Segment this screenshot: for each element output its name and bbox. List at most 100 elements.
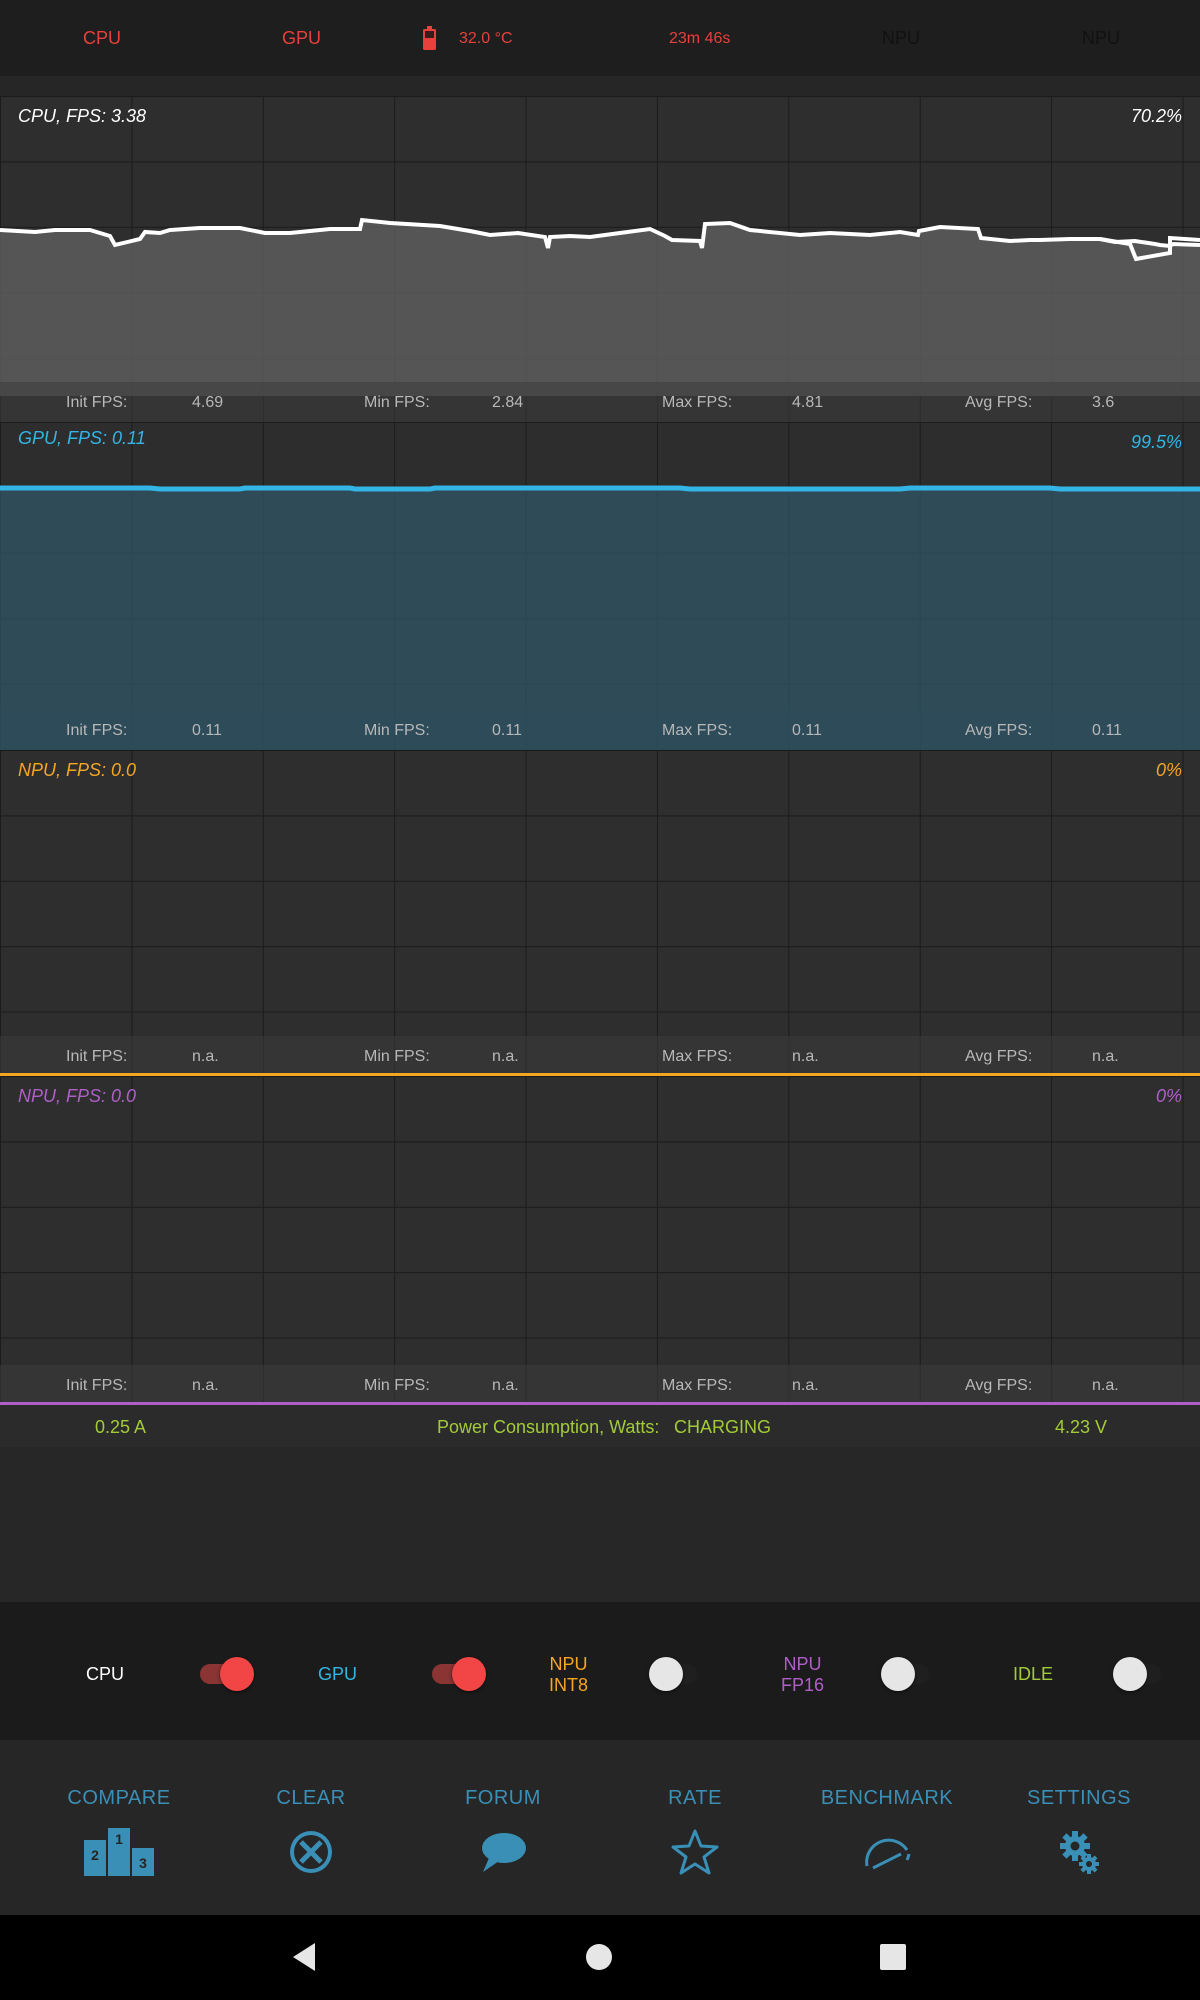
min-fps-label: Min FPS: xyxy=(364,722,430,739)
max-fps-value: 4.81 xyxy=(792,394,824,411)
avg-fps-label: Avg FPS: xyxy=(965,1377,1033,1394)
power-graph-area xyxy=(0,1447,1200,1602)
init-fps-label: Init FPS: xyxy=(66,1377,128,1394)
npu-int8-fps-title: NPU, FPS: 0.0 xyxy=(18,760,137,780)
rate-label: RATE xyxy=(668,1787,722,1809)
max-fps-value: n.a. xyxy=(792,1377,819,1394)
min-fps-value: 2.84 xyxy=(492,394,524,411)
benchmark-button[interactable]: BENCHMARK xyxy=(792,1740,982,1915)
action-bar: COMPARE 2 1 3 CLEAR FORUM RATE BENCHMARK… xyxy=(0,1740,1200,1915)
clear-button[interactable]: CLEAR xyxy=(216,1740,406,1915)
toggle-label-npu-fp16: NPU FP16 xyxy=(781,1654,824,1696)
fp16-label: FP16 xyxy=(781,1675,825,1695)
avg-fps-value: 3.6 xyxy=(1092,394,1115,411)
gpu-stats-row: Init FPS: 0.11 Min FPS: 0.11 Max FPS: 0.… xyxy=(0,710,1200,750)
gpu-fps-graph xyxy=(0,485,1200,750)
init-fps-value: n.a. xyxy=(192,1048,219,1065)
header-separator xyxy=(0,76,1200,96)
npu-fp16-fps-title: NPU, FPS: 0.0 xyxy=(18,1086,137,1106)
toggle-label-cpu: CPU xyxy=(86,1664,125,1684)
max-fps-value: 0.11 xyxy=(792,722,822,739)
system-navigation-bar xyxy=(0,1915,1200,2000)
benchmark-label: BENCHMARK xyxy=(820,1787,954,1809)
npu-int8-stats-row: Init FPS: n.a. Min FPS: n.a. Max FPS: n.… xyxy=(0,1036,1200,1076)
npu-fp16-toggle[interactable] xyxy=(881,1657,937,1691)
recents-square-icon[interactable] xyxy=(875,1939,911,1975)
npu-int8-toggle[interactable] xyxy=(649,1657,705,1691)
svg-text:3: 3 xyxy=(139,1855,147,1871)
podium-icon: 2 1 3 xyxy=(84,1828,154,1876)
back-triangle-icon[interactable] xyxy=(287,1939,323,1975)
npu-label: NPU xyxy=(783,1654,822,1674)
cpu-stats-row: Init FPS: 4.69 Min FPS: 2.84 Max FPS: 4.… xyxy=(0,382,1200,422)
avg-fps-value: n.a. xyxy=(1092,1377,1119,1394)
npu-fp16-load-percent: 0% xyxy=(1155,1086,1182,1106)
processor-toggle-row: CPU GPU NPU INT8 NPU FP16 IDLE xyxy=(0,1602,1200,1740)
init-fps-value: n.a. xyxy=(192,1377,219,1394)
toggle-label-npu-int8: NPU INT8 xyxy=(549,1654,588,1696)
init-fps-value: 0.11 xyxy=(192,722,222,739)
gpu-load-percent: 99.5% xyxy=(1130,432,1182,452)
gears-icon xyxy=(1060,1831,1099,1874)
cpu-graph-panel: CPU, FPS: 3.38 70.2% Init FPS: 4.69 Min … xyxy=(0,96,1200,422)
npu-int8-load-percent: 0% xyxy=(1155,760,1182,780)
forum-label: FORUM xyxy=(465,1787,541,1809)
cpu-fps-graph xyxy=(0,217,1200,396)
elapsed-time: 23m 46s xyxy=(669,30,731,47)
cpu-toggle[interactable] xyxy=(196,1657,254,1691)
gpu-toggle[interactable] xyxy=(428,1657,486,1691)
avg-fps-label: Avg FPS: xyxy=(965,1048,1033,1065)
settings-label: SETTINGS xyxy=(1026,1787,1131,1809)
gpu-indicator: GPU xyxy=(282,28,322,48)
svg-text:1: 1 xyxy=(115,1831,123,1847)
init-fps-value: 4.69 xyxy=(192,394,224,411)
avg-fps-label: Avg FPS: xyxy=(965,394,1033,411)
npu-fp16-stats-row: Init FPS: n.a. Min FPS: n.a. Max FPS: n.… xyxy=(0,1365,1200,1405)
max-fps-label: Max FPS: xyxy=(662,1377,733,1394)
max-fps-value: n.a. xyxy=(792,1048,819,1065)
init-fps-label: Init FPS: xyxy=(66,722,128,739)
home-circle-icon[interactable] xyxy=(581,1939,617,1975)
min-fps-value: 0.11 xyxy=(492,722,522,739)
temperature-readout: 32.0 °C xyxy=(459,30,513,47)
rate-button[interactable]: RATE xyxy=(600,1740,790,1915)
npu-fp16-graph-panel: NPU, FPS: 0.0 0% Init FPS: n.a. Min FPS:… xyxy=(0,1076,1200,1405)
forum-button[interactable]: FORUM xyxy=(408,1740,598,1915)
battery-icon xyxy=(423,26,436,50)
toggle-label-idle: IDLE xyxy=(1013,1664,1054,1684)
avg-fps-value: n.a. xyxy=(1092,1048,1119,1065)
toggle-label-gpu: GPU xyxy=(318,1664,358,1684)
gpu-graph-panel: GPU, FPS: 0.11 99.5% Init FPS: 0.11 Min … xyxy=(0,422,1200,750)
speech-bubble-icon xyxy=(482,1833,526,1872)
init-fps-label: Init FPS: xyxy=(66,394,128,411)
settings-button[interactable]: SETTINGS xyxy=(984,1740,1174,1915)
npu-fp16-indicator: NPU xyxy=(1082,28,1121,48)
svg-text:2: 2 xyxy=(91,1847,99,1863)
min-fps-label: Min FPS: xyxy=(364,1377,430,1394)
status-header: CPU GPU 32.0 °C 23m 46s NPU NPU xyxy=(0,0,1200,76)
speedometer-icon xyxy=(865,1838,911,1870)
min-fps-value: n.a. xyxy=(492,1048,519,1065)
max-fps-label: Max FPS: xyxy=(662,722,733,739)
npu-int8-indicator: NPU xyxy=(882,28,921,48)
int8-label: INT8 xyxy=(549,1675,589,1695)
npu-label: NPU xyxy=(549,1654,588,1674)
clear-label: CLEAR xyxy=(276,1787,346,1809)
avg-fps-label: Avg FPS: xyxy=(965,722,1033,739)
star-icon xyxy=(671,1829,719,1875)
avg-fps-value: 0.11 xyxy=(1092,722,1122,739)
cpu-indicator: CPU xyxy=(83,28,122,48)
idle-toggle[interactable] xyxy=(1113,1657,1169,1691)
gpu-fps-title: GPU, FPS: 0.11 xyxy=(18,428,146,448)
charging-status: CHARGING xyxy=(674,1417,772,1437)
max-fps-label: Max FPS: xyxy=(662,394,733,411)
min-fps-label: Min FPS: xyxy=(364,394,430,411)
min-fps-value: n.a. xyxy=(492,1377,519,1394)
compare-label: COMPARE xyxy=(67,1787,171,1809)
compare-button[interactable]: COMPARE 2 1 3 xyxy=(24,1740,214,1915)
min-fps-label: Min FPS: xyxy=(364,1048,430,1065)
npu-int8-graph-panel: NPU, FPS: 0.0 0% Init FPS: n.a. Min FPS:… xyxy=(0,750,1200,1076)
circle-x-icon xyxy=(290,1831,332,1873)
power-consumption-row: 0.25 A Power Consumption, Watts: CHARGIN… xyxy=(0,1405,1200,1447)
init-fps-label: Init FPS: xyxy=(66,1048,128,1065)
